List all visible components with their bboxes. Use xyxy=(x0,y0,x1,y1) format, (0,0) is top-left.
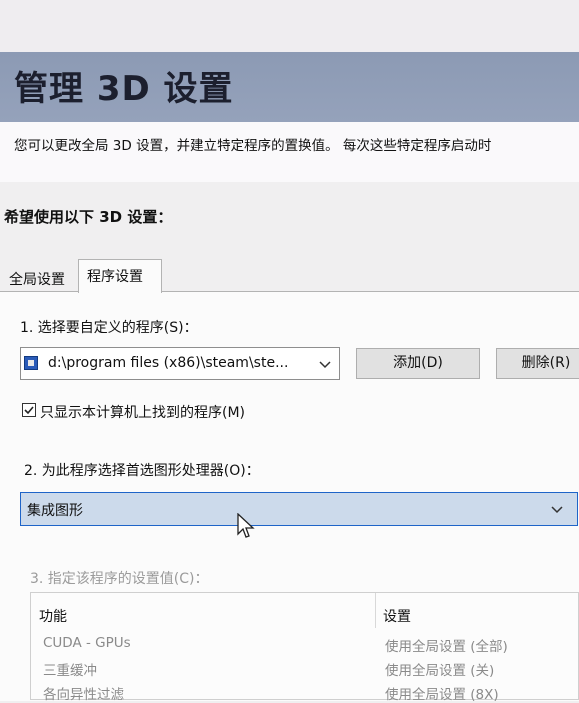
tab-program-settings[interactable]: 程序设置 xyxy=(78,259,162,293)
tab-global-settings[interactable]: 全局设置 xyxy=(2,265,78,292)
add-program-button[interactable]: 添加(D) xyxy=(356,348,480,379)
step1-label: 1. 选择要自定义的程序(S)： xyxy=(20,320,198,336)
program-select[interactable]: d:\program files (x86)\steam\ste... xyxy=(20,347,340,380)
table-row-feature[interactable]: CUDA - GPUs xyxy=(43,635,131,651)
chevron-down-icon xyxy=(319,361,331,369)
step2-label: 2. 为此程序选择首选图形处理器(O)： xyxy=(24,463,260,479)
page-title: 管理 3D 设置 xyxy=(14,69,234,109)
checkmark-icon xyxy=(24,406,34,415)
window-top-area xyxy=(0,0,579,52)
section-heading: 希望使用以下 3D 设置： xyxy=(4,208,173,226)
gpu-select-value: 集成图形 xyxy=(27,503,83,519)
page-description: 您可以更改全局 3D 设置，并建立特定程序的置换值。 每次这些特定程序启动时 xyxy=(14,138,492,154)
mouse-cursor-icon xyxy=(237,513,255,538)
column-header-setting[interactable]: 设置 xyxy=(383,606,411,626)
settings-table: 功能 设置 CUDA - GPUs 使用全局设置 (全部) 三重缓冲 使用全局设… xyxy=(30,592,579,703)
table-row-setting[interactable]: 使用全局设置 (全部) xyxy=(385,635,508,655)
settings-tabs: 全局设置 程序设置 xyxy=(0,259,579,293)
remove-program-button[interactable]: 删除(R) xyxy=(496,348,579,379)
show-found-only-checkbox[interactable] xyxy=(22,403,36,417)
column-divider xyxy=(375,593,376,628)
show-found-only-label[interactable]: 只显示本计算机上找到的程序(M) xyxy=(40,402,245,422)
program-select-value: d:\program files (x86)\steam\ste... xyxy=(48,355,289,371)
page-header: 管理 3D 设置 xyxy=(0,52,579,122)
table-row-feature[interactable]: 各向异性过滤 xyxy=(43,683,124,703)
table-row-feature[interactable]: 三重缓冲 xyxy=(43,659,97,679)
gpu-select[interactable]: 集成图形 xyxy=(20,492,578,526)
program-icon xyxy=(24,356,38,370)
column-header-feature[interactable]: 功能 xyxy=(39,606,67,626)
table-row-setting[interactable]: 使用全局设置 (8X) xyxy=(385,683,499,703)
table-row-setting[interactable]: 使用全局设置 (关) xyxy=(385,659,494,679)
step3-label: 3. 指定该程序的设置值(C)： xyxy=(30,571,209,587)
chevron-down-icon xyxy=(551,506,563,514)
